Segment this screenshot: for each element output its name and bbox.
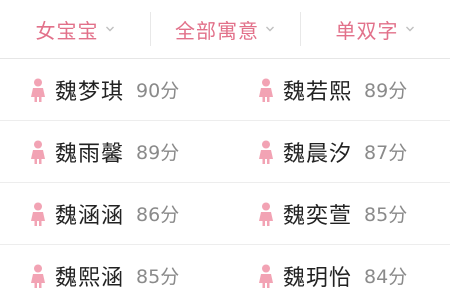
name-row: 魏雨馨 89分 魏晨汐 87分 — [0, 121, 450, 183]
filter-bar: 女宝宝 全部寓意 单双字 — [0, 0, 450, 59]
name-text: 魏若熙 — [283, 79, 353, 105]
name-item[interactable]: 魏涵涵 86分 — [0, 183, 225, 244]
name-item[interactable]: 魏熙涵 85分 — [0, 245, 225, 300]
girl-icon — [30, 140, 46, 164]
girl-icon — [30, 202, 46, 226]
score-text: 89分 — [364, 80, 408, 102]
score-text: 90分 — [136, 80, 180, 102]
filter-meaning-dropdown[interactable]: 全部寓意 — [150, 0, 300, 58]
girl-icon — [258, 264, 274, 288]
chevron-down-icon — [105, 24, 115, 34]
name-row: 魏梦琪 90分 魏若熙 89分 — [0, 59, 450, 121]
name-item[interactable]: 魏若熙 89分 — [225, 59, 450, 120]
girl-icon — [258, 78, 274, 102]
name-text: 魏玥怡 — [283, 265, 353, 291]
girl-icon — [258, 202, 274, 226]
name-text: 魏晨汐 — [283, 141, 353, 167]
score-text: 85分 — [136, 266, 180, 288]
name-item[interactable]: 魏晨汐 87分 — [225, 121, 450, 182]
name-row: 魏涵涵 86分 魏奕萱 85分 — [0, 183, 450, 245]
score-text: 85分 — [364, 204, 408, 226]
chevron-down-icon — [265, 24, 275, 34]
score-text: 89分 — [136, 142, 180, 164]
name-text: 魏奕萱 — [283, 203, 353, 229]
name-text: 魏梦琪 — [55, 79, 125, 105]
name-text: 魏熙涵 — [55, 265, 125, 291]
chevron-down-icon — [405, 24, 415, 34]
filter-char-count-dropdown[interactable]: 单双字 — [300, 0, 450, 58]
name-item[interactable]: 魏雨馨 89分 — [0, 121, 225, 182]
name-item[interactable]: 魏玥怡 84分 — [225, 245, 450, 300]
name-text: 魏涵涵 — [55, 203, 125, 229]
name-list-screen: 女宝宝 全部寓意 单双字 魏梦琪 90分 魏若熙 89分 魏雨馨 89分 魏晨汐… — [0, 0, 450, 300]
name-grid: 魏梦琪 90分 魏若熙 89分 魏雨馨 89分 魏晨汐 87分 魏涵涵 86分 … — [0, 59, 450, 300]
filter-meaning-label: 全部寓意 — [175, 18, 259, 43]
score-text: 84分 — [364, 266, 408, 288]
name-row: 魏熙涵 85分 魏玥怡 84分 — [0, 245, 450, 300]
filter-char-count-label: 单双字 — [335, 18, 399, 43]
name-text: 魏雨馨 — [55, 141, 125, 167]
score-text: 86分 — [136, 204, 180, 226]
name-item[interactable]: 魏梦琪 90分 — [0, 59, 225, 120]
girl-icon — [30, 264, 46, 288]
name-item[interactable]: 魏奕萱 85分 — [225, 183, 450, 244]
filter-gender-dropdown[interactable]: 女宝宝 — [0, 0, 150, 58]
girl-icon — [30, 78, 46, 102]
score-text: 87分 — [364, 142, 408, 164]
girl-icon — [258, 140, 274, 164]
filter-gender-label: 女宝宝 — [35, 18, 99, 43]
